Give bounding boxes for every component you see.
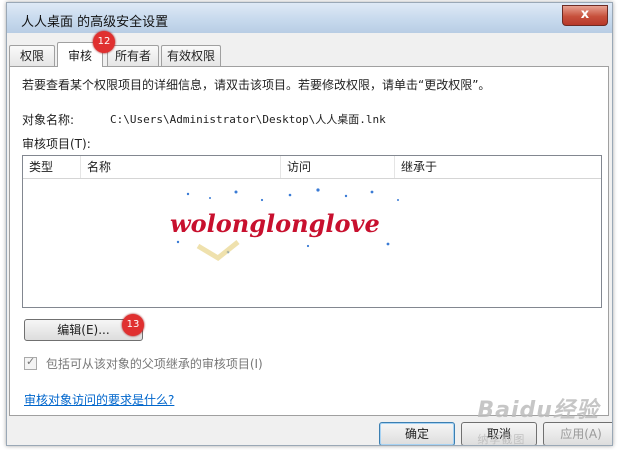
- info-text: 若要查看某个权限项目的详细信息，请双击该项目。若要修改权限，请单击“更改权限”。: [22, 78, 491, 92]
- column-name[interactable]: 名称: [81, 156, 281, 178]
- audit-entries-list[interactable]: 类型 名称 访问 继承于 wolonglonglove: [22, 155, 602, 308]
- column-inherited-from[interactable]: 继承于: [395, 156, 601, 178]
- tab-permissions[interactable]: 权限: [9, 45, 55, 66]
- auditing-panel: 若要查看某个权限项目的详细信息，请双击该项目。若要修改权限，请单击“更改权限”。…: [9, 66, 609, 416]
- baidu-suffix: 经验: [552, 398, 599, 423]
- baidu-brand: Baidu: [477, 398, 553, 423]
- object-name-label: 对象名称:: [22, 113, 75, 127]
- inherit-checkbox-row[interactable]: ✓ 包括可从该对象的父项继承的审核项目(I): [24, 355, 263, 372]
- baidu-jingyan-watermark: Baidu经验 纳李截图: [477, 392, 599, 449]
- audit-help-link[interactable]: 审核对象访问的要求是什么?: [24, 391, 174, 408]
- step-badge-12: 12: [93, 31, 115, 53]
- ok-button[interactable]: 确定: [379, 422, 455, 445]
- checkmark-icon: ✓: [26, 355, 36, 368]
- inherit-checkbox[interactable]: ✓: [24, 355, 37, 370]
- list-header: 类型 名称 访问 继承于: [23, 156, 601, 179]
- step-badge-13: 13: [122, 314, 144, 336]
- window-title: 人人桌面 的高级安全设置: [21, 15, 169, 30]
- tab-effective-permissions[interactable]: 有效权限: [161, 45, 221, 66]
- column-type[interactable]: 类型: [23, 156, 81, 178]
- tab-owner[interactable]: 所有者: [107, 45, 159, 66]
- inherit-checkbox-label: 包括可从该对象的父项继承的审核项目(I): [45, 357, 263, 371]
- watermark-text: wolonglonglove: [170, 209, 380, 238]
- close-button[interactable]: x: [562, 5, 608, 26]
- column-access[interactable]: 访问: [281, 156, 395, 178]
- baidu-sub: 纳李截图: [477, 433, 526, 446]
- audit-items-label: 审核项目(T):: [22, 137, 91, 151]
- dialog-window: 人人桌面 的高级安全设置 x 权限 审核 所有者 有效权限 12 若要查看某个权…: [6, 2, 613, 446]
- title-bar: 人人桌面 的高级安全设置 x: [7, 3, 612, 33]
- object-name-value: C:\Users\Administrator\Desktop\人人桌面.lnk: [110, 113, 386, 126]
- wolonglonglove-watermark: wolonglonglove: [170, 188, 399, 262]
